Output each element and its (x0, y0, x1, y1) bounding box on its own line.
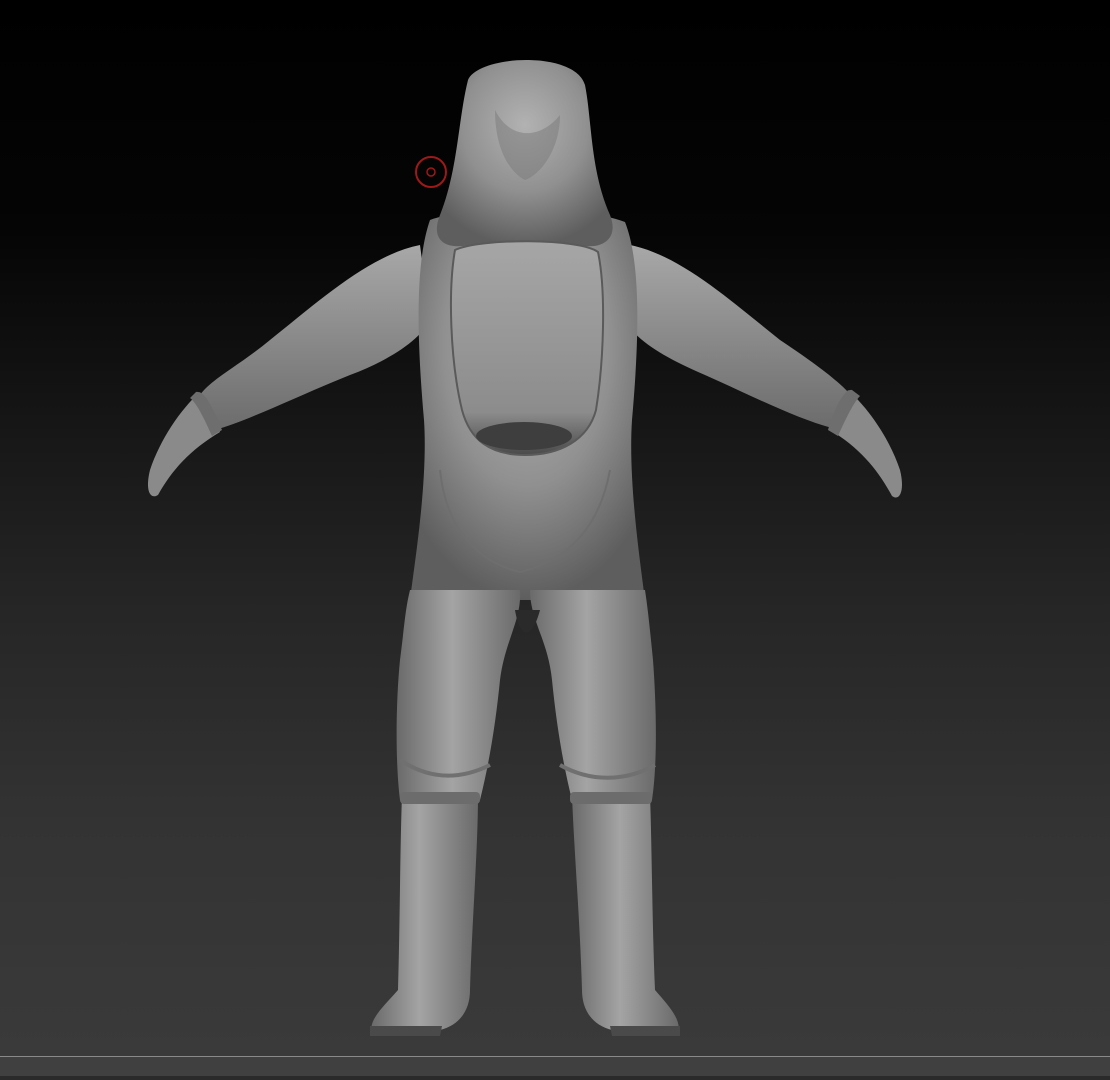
right-leg (530, 590, 656, 800)
left-arm (200, 245, 430, 430)
right-arm (625, 245, 848, 428)
left-boot-rim (400, 792, 480, 804)
viewport-bottom-shelf (0, 1056, 1110, 1080)
hazmat-suit-model[interactable] (147, 60, 903, 1036)
sculpt-viewport[interactable] (0, 0, 1110, 1056)
right-boot-rim (570, 792, 652, 804)
viewport-canvas[interactable] (0, 0, 1110, 1056)
left-boot-sole (370, 1026, 442, 1036)
shelf-bar (0, 1076, 1110, 1080)
right-boot (572, 795, 679, 1032)
shelf-divider (0, 1056, 1110, 1057)
left-boot (371, 795, 478, 1032)
brush-cursor-icon (415, 156, 447, 188)
right-boot-sole (610, 1026, 680, 1036)
crotch-shadow (515, 610, 540, 633)
backpack-bottom (476, 422, 572, 450)
